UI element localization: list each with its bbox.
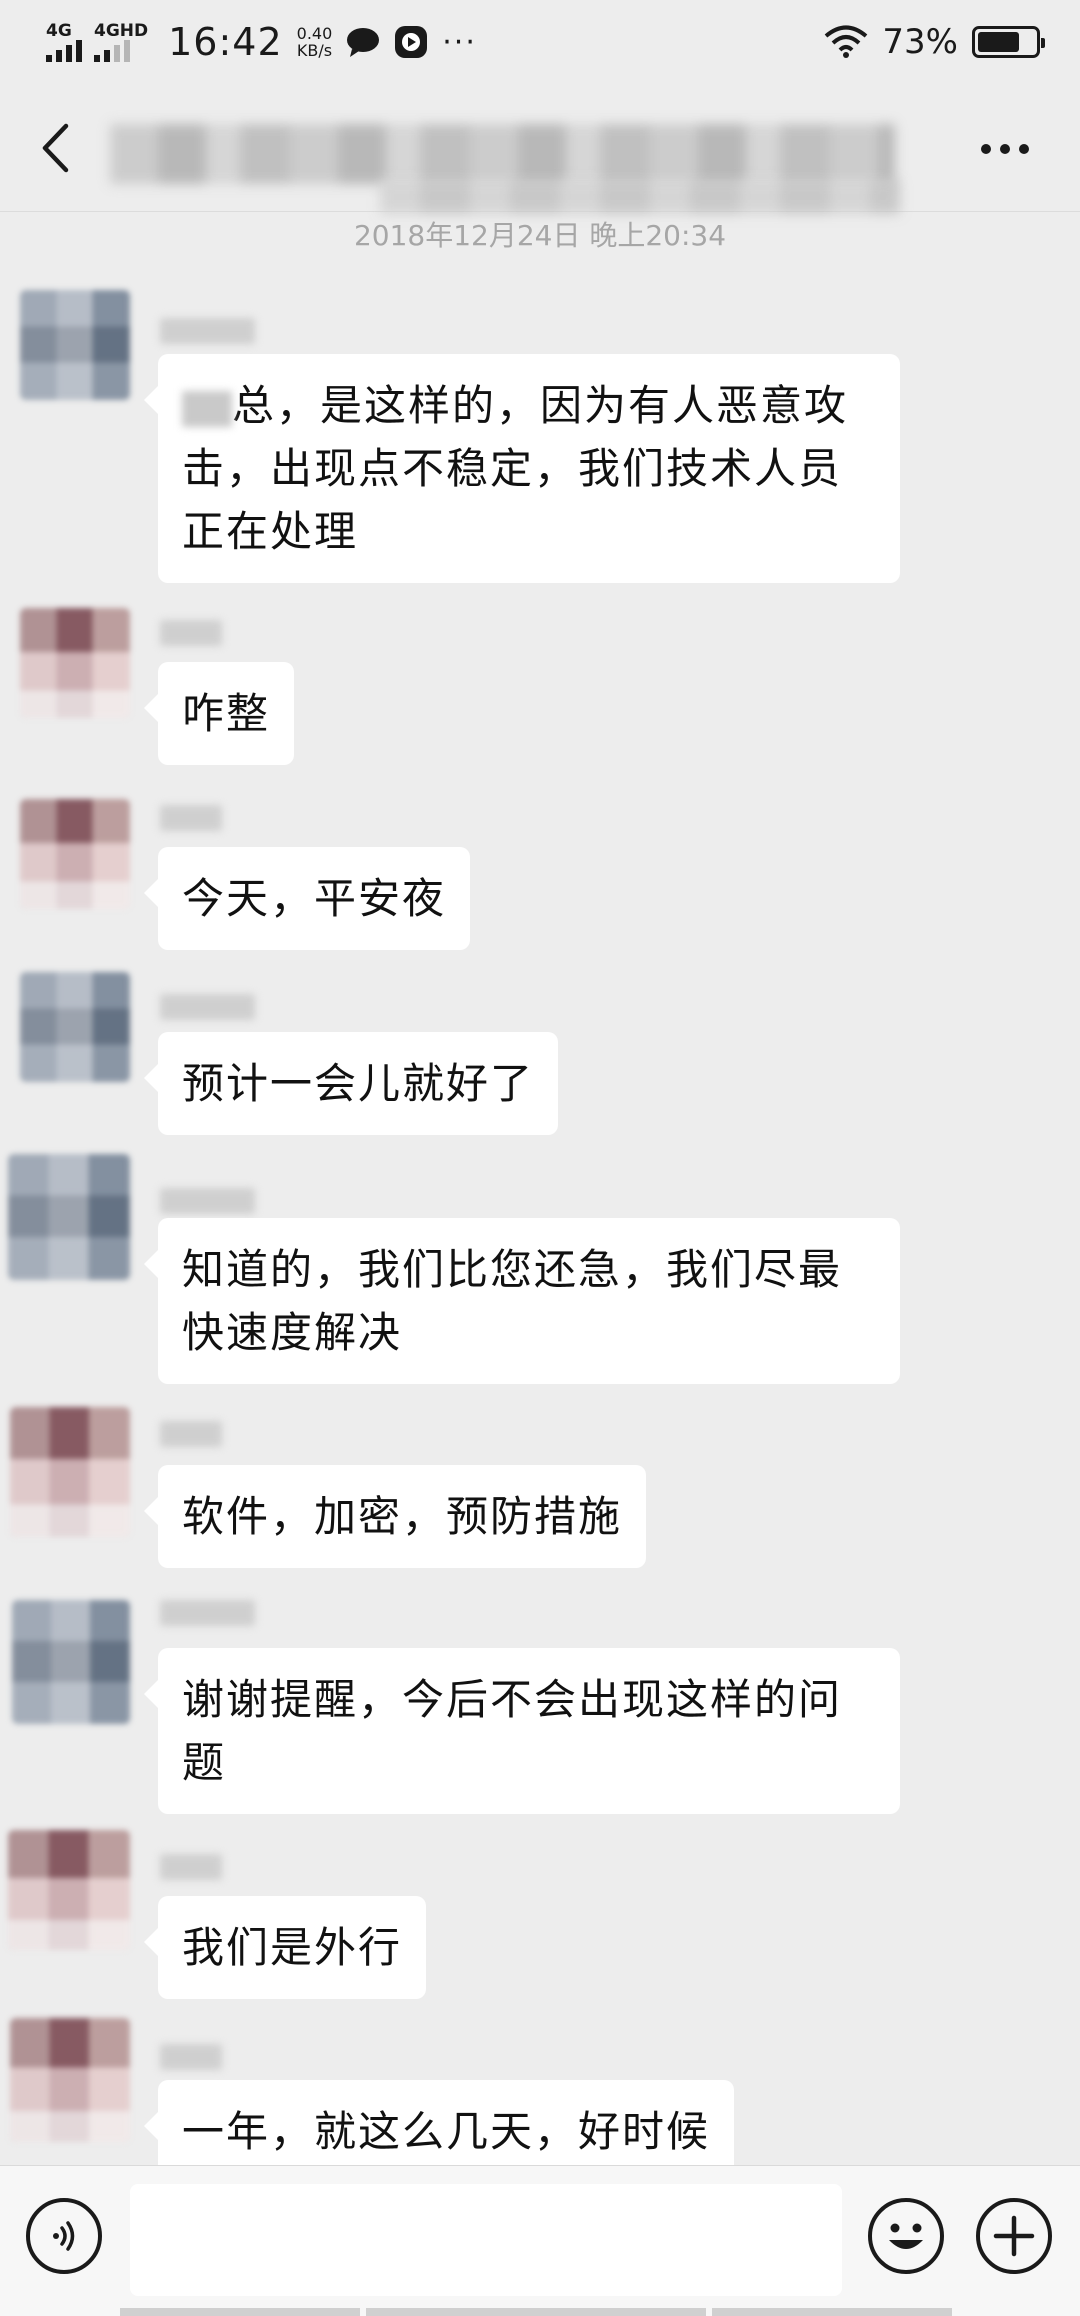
sender-name-redacted <box>160 805 222 831</box>
network-type-secondary: 4GHD <box>94 21 149 41</box>
message-bubble[interactable]: 软件，加密，预防措施 <box>143 1465 647 1568</box>
avatar[interactable] <box>20 972 130 1082</box>
sender-name-redacted <box>160 2044 222 2070</box>
chat-input-bar <box>0 2165 1080 2316</box>
message-text: 预计一会儿就好了 <box>182 1059 535 1108</box>
message-bubble[interactable]: 我们是外行 <box>143 1896 427 1999</box>
message-text: 知道的，我们比您还急，我们尽最快速度解决 <box>182 1245 843 1357</box>
avatar[interactable] <box>10 1407 130 1537</box>
avatar[interactable] <box>8 1154 130 1280</box>
plus-icon <box>993 2215 1035 2257</box>
avatar[interactable] <box>20 799 130 909</box>
wifi-icon <box>824 25 868 59</box>
avatar[interactable] <box>10 2018 130 2142</box>
bottom-edge <box>0 2308 1080 2316</box>
avatar[interactable] <box>12 1600 130 1724</box>
message-text: 今天，平安夜 <box>182 874 447 923</box>
avatar[interactable] <box>20 290 130 400</box>
sender-name-redacted <box>160 1600 255 1626</box>
sender-name-redacted <box>160 1421 222 1447</box>
message-text: 一年，就这么几天，好时候 <box>182 2107 711 2156</box>
chevron-left-icon <box>42 123 69 172</box>
sender-name-redacted <box>160 994 255 1020</box>
battery-icon <box>972 26 1045 58</box>
message-bubble[interactable]: 咋整 <box>143 662 295 765</box>
voice-icon <box>53 2221 75 2251</box>
status-time: 16:42 <box>168 20 283 64</box>
message-input[interactable] <box>130 2184 842 2296</box>
message-bubble[interactable]: 今天，平安夜 <box>143 847 471 950</box>
signal-icon: 4G <box>46 22 82 62</box>
status-bar: 4G 4GHD 16:42 0.40 KB/s ··· 73% <box>0 0 1080 84</box>
message-text: 总，是这样的，因为有人恶意攻击，出现点不稳定，我们技术人员正在处理 <box>182 381 849 556</box>
more-options-button[interactable] <box>970 124 1040 174</box>
message-bubble-icon <box>346 27 380 57</box>
voice-button[interactable] <box>26 2198 102 2274</box>
message-bubble[interactable]: 知道的，我们比您还急，我们尽最快速度解决 <box>144 1218 900 1384</box>
message-bubble[interactable]: 总，是这样的，因为有人恶意攻击，出现点不稳定，我们技术人员正在处理 <box>144 354 900 583</box>
avatar[interactable] <box>20 608 130 718</box>
chat-title-redacted <box>110 124 895 184</box>
battery-percent: 73% <box>882 22 958 62</box>
status-more: ··· <box>442 24 477 60</box>
message-bubble[interactable]: 预计一会儿就好了 <box>143 1032 559 1135</box>
message-text: 我们是外行 <box>182 1923 403 1972</box>
plus-button[interactable] <box>976 2198 1052 2274</box>
sender-name-redacted <box>160 1854 222 1880</box>
signal-icon-secondary: 4GHD <box>94 22 148 62</box>
emoji-icon <box>889 2223 923 2249</box>
network-speed-unit: KB/s <box>296 41 333 60</box>
network-type: 4G <box>46 21 72 41</box>
network-speed: 0.40 KB/s <box>297 25 333 59</box>
message-text: 软件，加密，预防措施 <box>182 1492 623 1541</box>
network-speed-value: 0.40 <box>296 24 333 43</box>
video-play-icon <box>394 25 428 59</box>
sender-name-redacted <box>160 318 255 344</box>
avatar[interactable] <box>8 1830 130 1950</box>
chat-header <box>0 84 1080 214</box>
message-bubble[interactable]: 谢谢提醒，今后不会出现这样的问题 <box>144 1648 900 1814</box>
emoji-button[interactable] <box>868 2198 944 2274</box>
chat-timestamp: 2018年12月24日 晚上20:34 <box>353 219 727 252</box>
sender-name-redacted <box>160 1188 255 1214</box>
more-dots-icon <box>981 144 1029 154</box>
back-button[interactable] <box>0 84 110 212</box>
sender-name-redacted <box>160 620 222 646</box>
chat-subtitle-redacted <box>380 180 900 214</box>
message-text: 谢谢提醒，今后不会出现这样的问题 <box>182 1675 843 1787</box>
message-text: 咋整 <box>182 689 271 738</box>
redacted-name <box>182 390 232 427</box>
